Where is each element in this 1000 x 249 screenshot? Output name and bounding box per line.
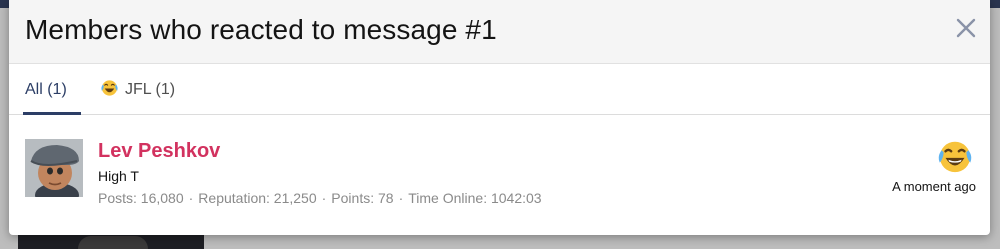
stat-points: Points: 78 [331,190,394,206]
reaction-time: A moment ago [892,179,976,194]
stat-time-online: Time Online: 1042:03 [408,190,542,206]
stat-posts: Posts: 16,080 [98,190,184,206]
overlay-header: Members who reacted to message #1 [9,0,990,64]
stat-reputation: Reputation: 21,250 [198,190,317,206]
joy-face-icon [938,141,972,173]
avatar-image [25,139,83,197]
member-name-link[interactable]: Lev Peshkov [98,140,220,163]
member-row: Lev Peshkov High T Posts: 16,080 · Reputat… [9,115,990,225]
tab-all-label: All (1) [25,81,67,98]
tab-all[interactable]: All (1) [23,64,81,115]
avatar[interactable] [25,139,83,197]
tab-jfl[interactable]: JFL (1) [100,64,175,114]
member-stats: Posts: 16,080 · Reputation: 21,250 · Points:… [98,190,542,206]
close-icon [956,18,976,38]
tab-jfl-label: JFL (1) [125,81,176,98]
reactions-overlay: Members who reacted to message #1 All (1… [9,0,990,235]
member-title: High T [98,168,139,184]
reaction-tabs: All (1) JFL (1) [9,64,990,115]
close-button[interactable] [954,16,978,40]
joy-face-icon [101,80,118,96]
overlay-title: Members who reacted to message #1 [25,14,497,45]
